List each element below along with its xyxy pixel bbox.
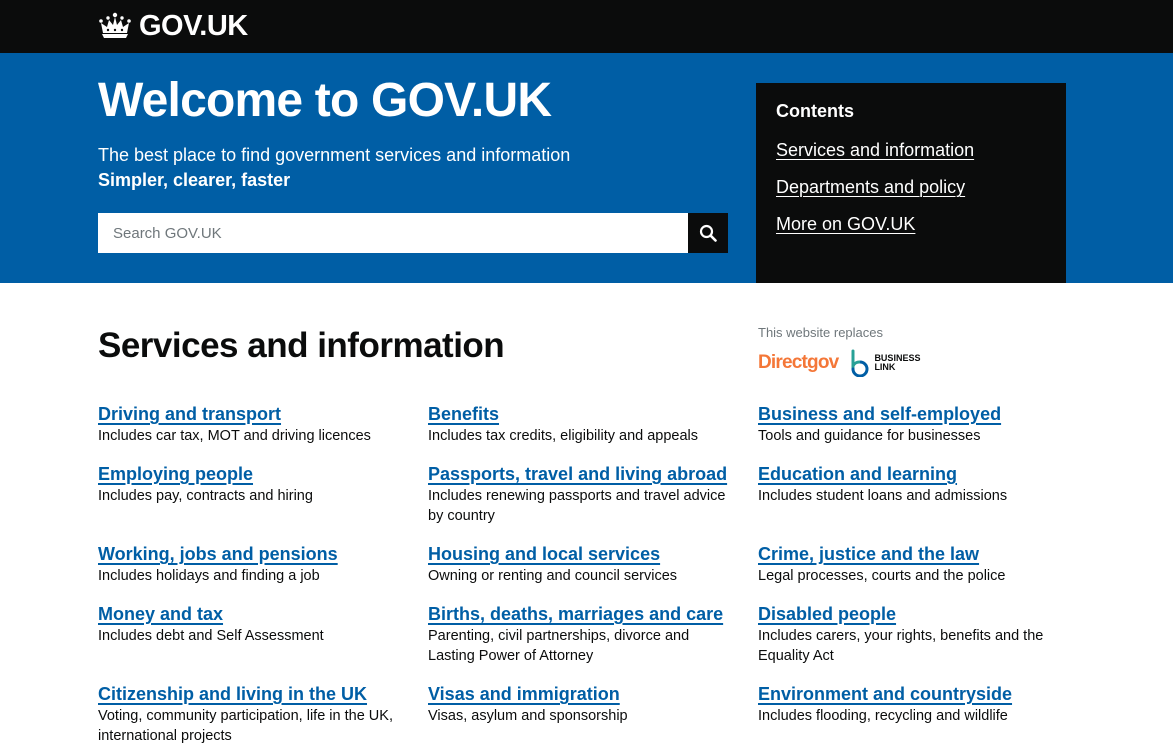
service-link-disabled[interactable]: Disabled people xyxy=(758,604,896,624)
service-description: Includes tax credits, eligibility and ap… xyxy=(428,428,699,444)
search-input[interactable] xyxy=(98,213,688,253)
service-link-benefits[interactable]: Benefits xyxy=(428,404,499,424)
contents-panel: Contents Services and information Depart… xyxy=(756,83,1066,283)
crown-icon xyxy=(99,12,131,38)
contents-title: Contents xyxy=(776,101,854,121)
service-item: Passports, travel and living abroad Incl… xyxy=(428,463,728,526)
service-item: Money and tax Includes debt and Self Ass… xyxy=(98,603,408,646)
businesslink-text-line2: LINK xyxy=(874,362,896,372)
service-description: Includes debt and Self Assessment xyxy=(98,628,324,644)
businesslink-text: BUSINESS LINK xyxy=(874,354,920,372)
service-link-visas[interactable]: Visas and immigration xyxy=(428,684,620,704)
contents-item: Services and information xyxy=(776,139,1046,163)
businesslink-logo: BUSINESS LINK xyxy=(848,349,920,377)
site-header: GOV.UK xyxy=(0,0,1173,53)
service-description: Includes pay, contracts and hiring xyxy=(98,488,313,504)
services-heading: Services and information xyxy=(98,326,505,365)
service-item: Disabled people Includes carers, your ri… xyxy=(758,603,1058,666)
contents-link-more[interactable]: More on GOV.UK xyxy=(776,214,915,234)
service-link-environment[interactable]: Environment and countryside xyxy=(758,684,1012,704)
service-item: Education and learning Includes student … xyxy=(758,463,1068,506)
contents-item: More on GOV.UK xyxy=(776,213,1046,237)
service-item: Working, jobs and pensions Includes holi… xyxy=(98,543,408,586)
service-item: Employing people Includes pay, contracts… xyxy=(98,463,408,506)
service-description: Tools and guidance for businesses xyxy=(758,428,981,444)
service-description: Owning or renting and council services xyxy=(428,568,678,584)
service-description: Parenting, civil partnerships, divorce a… xyxy=(428,628,690,664)
replaces-block: This website replaces Directgov BUSINESS… xyxy=(758,325,920,378)
service-item: Crime, justice and the law Legal process… xyxy=(758,543,1068,586)
service-link-business[interactable]: Business and self-employed xyxy=(758,404,1001,424)
govuk-logo-link[interactable]: GOV.UK xyxy=(98,11,248,41)
search-button[interactable] xyxy=(688,213,728,253)
service-description: Visas, asylum and sponsorship xyxy=(428,708,628,724)
directgov-logo: Directgov xyxy=(758,352,839,373)
contents-link-services[interactable]: Services and information xyxy=(776,140,974,160)
service-item: Births, deaths, marriages and care Paren… xyxy=(428,603,728,666)
search-icon xyxy=(699,224,717,242)
contents-link-departments[interactable]: Departments and policy xyxy=(776,177,965,197)
service-link-working[interactable]: Working, jobs and pensions xyxy=(98,544,338,564)
hero-tagline: Simpler, clearer, faster xyxy=(98,170,291,190)
logo-text: GOV.UK xyxy=(139,10,248,42)
contents-item: Departments and policy xyxy=(776,176,1046,200)
page-title: Welcome to GOV.UK xyxy=(98,74,552,127)
service-item: Citizenship and living in the UK Voting,… xyxy=(98,683,403,746)
service-link-citizenship[interactable]: Citizenship and living in the UK xyxy=(98,684,367,704)
service-description: Voting, community participation, life in… xyxy=(98,708,393,744)
service-item: Housing and local services Owning or ren… xyxy=(428,543,738,586)
service-link-driving[interactable]: Driving and transport xyxy=(98,404,281,424)
service-item: Environment and countryside Includes flo… xyxy=(758,683,1068,726)
service-description: Includes student loans and admissions xyxy=(758,488,1008,504)
service-link-crime[interactable]: Crime, justice and the law xyxy=(758,544,979,564)
service-description: Legal processes, courts and the police xyxy=(758,568,1006,584)
businesslink-icon xyxy=(851,349,869,377)
service-item: Benefits Includes tax credits, eligibili… xyxy=(428,403,738,446)
service-link-passports[interactable]: Passports, travel and living abroad xyxy=(428,464,727,484)
hero-intro: The best place to find government servic… xyxy=(98,145,571,165)
replaces-label: This website replaces xyxy=(758,325,883,340)
service-link-employing[interactable]: Employing people xyxy=(98,464,253,484)
replaced-logos: Directgov BUSINESS LINK xyxy=(758,348,920,378)
service-item: Visas and immigration Visas, asylum and … xyxy=(428,683,738,726)
service-description: Includes carers, your rights, benefits a… xyxy=(758,628,1044,664)
contents-list: Services and information Departments and… xyxy=(776,139,1046,237)
service-description: Includes flooding, recycling and wildlif… xyxy=(758,708,1008,724)
service-description: Includes holidays and finding a job xyxy=(98,568,320,584)
service-description: Includes renewing passports and travel a… xyxy=(428,488,726,524)
service-item: Driving and transport Includes car tax, … xyxy=(98,403,408,446)
service-description: Includes car tax, MOT and driving licenc… xyxy=(98,428,371,444)
service-link-housing[interactable]: Housing and local services xyxy=(428,544,660,564)
service-item: Business and self-employed Tools and gui… xyxy=(758,403,1068,446)
service-link-education[interactable]: Education and learning xyxy=(758,464,957,484)
service-link-money[interactable]: Money and tax xyxy=(98,604,223,624)
service-link-births[interactable]: Births, deaths, marriages and care xyxy=(428,604,723,624)
